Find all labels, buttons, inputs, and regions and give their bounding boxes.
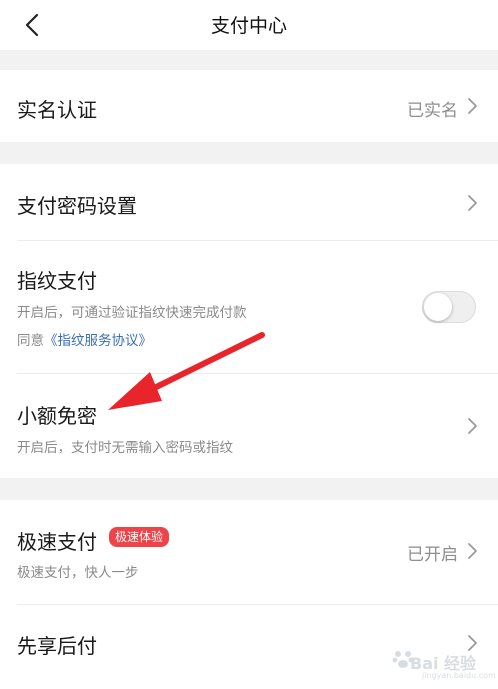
small-amount-free-desc: 开启后，支付时无需输入密码或指纹 (17, 440, 233, 456)
pay-later-row[interactable]: 先享后付 (0, 605, 498, 685)
small-amount-free-label: 小额免密 (17, 404, 97, 428)
chevron-right-icon (468, 635, 477, 651)
express-pay-status: 已开启 (407, 545, 458, 565)
payment-options-section: 极速支付 极速体验 极速支付，快人一步 已开启 先享后付 (0, 500, 498, 689)
fingerprint-pay-label: 指纹支付 (17, 269, 97, 293)
pay-later-label: 先享后付 (17, 634, 97, 658)
security-section: 支付密码设置 指纹支付 开启后，可通过验证指纹快速完成付款 同意《指纹服务协议》… (0, 164, 498, 478)
fingerprint-agreement: 同意《指纹服务协议》 (17, 329, 152, 349)
fingerprint-pay-row: 指纹支付 开启后，可通过验证指纹快速完成付款 同意《指纹服务协议》 (0, 241, 498, 373)
chevron-right-icon (468, 195, 477, 211)
real-name-row[interactable]: 实名认证 已实名 (0, 70, 498, 142)
top-nav-bar: 支付中心 (0, 0, 498, 50)
fingerprint-agreement-link[interactable]: 《指纹服务协议》 (44, 333, 152, 349)
fingerprint-pay-toggle[interactable] (422, 291, 476, 323)
chevron-right-icon (468, 98, 477, 114)
express-pay-label: 极速支付 (17, 530, 97, 554)
chevron-right-icon (468, 543, 477, 559)
agreement-prefix: 同意 (17, 333, 44, 349)
express-pay-row[interactable]: 极速支付 极速体验 极速支付，快人一步 已开启 (0, 500, 498, 604)
real-name-status: 已实名 (407, 101, 458, 121)
page-title: 支付中心 (210, 15, 287, 37)
express-trial-badge: 极速体验 (109, 527, 170, 547)
real-name-section: 实名认证 已实名 (0, 70, 498, 142)
real-name-label: 实名认证 (17, 98, 97, 122)
pay-password-row[interactable]: 支付密码设置 (0, 164, 498, 240)
fingerprint-pay-desc: 开启后，可通过验证指纹快速完成付款 (17, 305, 247, 321)
pay-password-label: 支付密码设置 (17, 194, 137, 218)
express-pay-desc: 极速支付，快人一步 (17, 565, 139, 581)
small-amount-free-row[interactable]: 小额免密 开启后，支付时无需输入密码或指纹 (0, 374, 498, 478)
chevron-right-icon (468, 418, 477, 434)
toggle-knob (424, 293, 452, 321)
